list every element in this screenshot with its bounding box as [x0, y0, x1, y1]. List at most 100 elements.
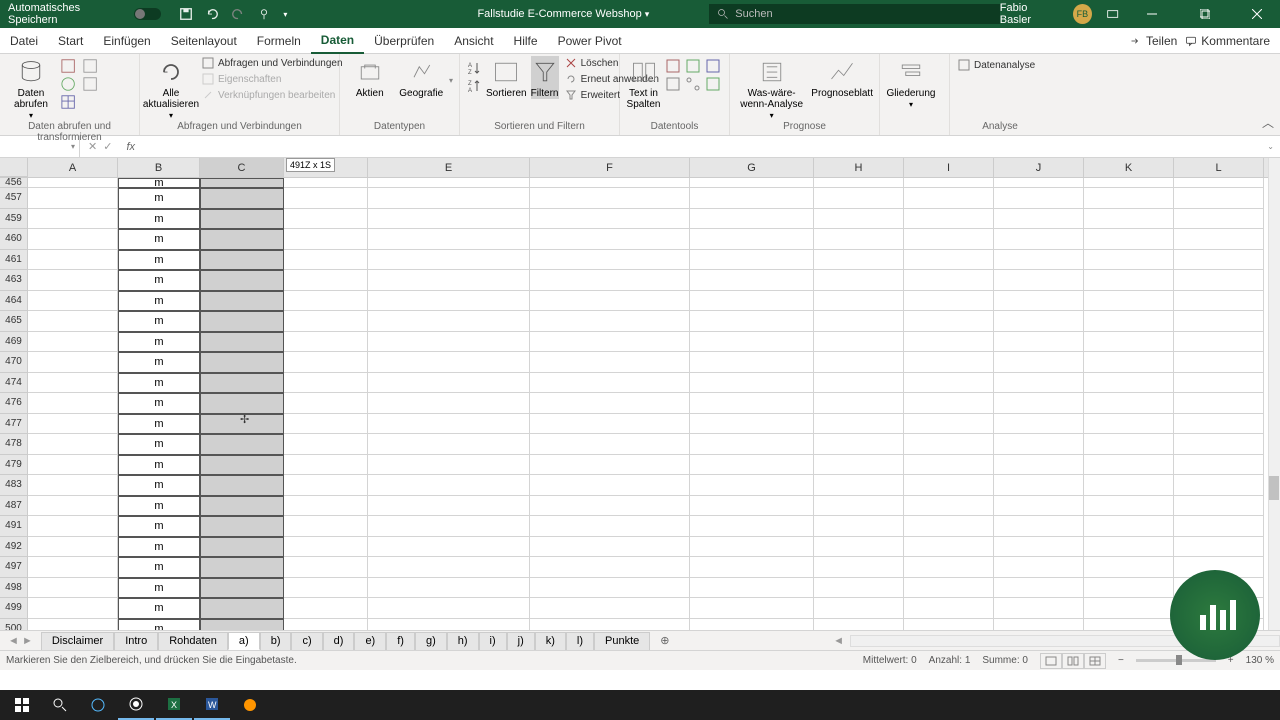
- cell[interactable]: [994, 537, 1084, 558]
- zoom-level[interactable]: 130 %: [1246, 655, 1274, 666]
- cell[interactable]: [530, 598, 690, 619]
- cell[interactable]: [530, 188, 690, 209]
- tab-einfügen[interactable]: Einfügen: [93, 28, 160, 54]
- cell[interactable]: [1174, 373, 1264, 394]
- cell[interactable]: [904, 537, 994, 558]
- cell[interactable]: [690, 496, 814, 517]
- cell[interactable]: [368, 332, 530, 353]
- cell[interactable]: [814, 373, 904, 394]
- cell[interactable]: [994, 434, 1084, 455]
- cell[interactable]: [28, 188, 118, 209]
- tab-ansicht[interactable]: Ansicht: [444, 28, 503, 54]
- cell[interactable]: [994, 557, 1084, 578]
- cell[interactable]: [200, 578, 284, 599]
- from-table-icon[interactable]: [60, 94, 78, 110]
- queries-button[interactable]: Abfragen und Verbindungen: [200, 56, 345, 70]
- minimize-button[interactable]: [1133, 0, 1171, 28]
- cell[interactable]: [904, 270, 994, 291]
- cell[interactable]: [284, 414, 368, 435]
- cell[interactable]: [904, 188, 994, 209]
- row-header[interactable]: 487: [0, 496, 28, 517]
- cell[interactable]: [1084, 619, 1174, 631]
- cell[interactable]: [904, 516, 994, 537]
- cell[interactable]: [994, 578, 1084, 599]
- cell[interactable]: [1174, 455, 1264, 476]
- column-header-C[interactable]: C: [200, 158, 284, 177]
- cell[interactable]: [1174, 332, 1264, 353]
- cell[interactable]: [814, 619, 904, 631]
- column-header-L[interactable]: L: [1174, 158, 1264, 177]
- cell[interactable]: [1084, 352, 1174, 373]
- excel-taskbar-icon[interactable]: X: [156, 690, 192, 720]
- column-header-J[interactable]: J: [994, 158, 1084, 177]
- tab-power pivot[interactable]: Power Pivot: [548, 28, 632, 54]
- cell[interactable]: [200, 455, 284, 476]
- cell[interactable]: [904, 434, 994, 455]
- row-header[interactable]: 456: [0, 178, 28, 188]
- cell[interactable]: [28, 270, 118, 291]
- cell[interactable]: [904, 250, 994, 271]
- stocks-button[interactable]: Aktien: [346, 56, 393, 99]
- cell[interactable]: [368, 270, 530, 291]
- cell[interactable]: [994, 619, 1084, 631]
- zoom-slider[interactable]: [1136, 659, 1216, 662]
- cell[interactable]: [1174, 229, 1264, 250]
- page-break-button[interactable]: [1084, 653, 1106, 669]
- cell[interactable]: [200, 475, 284, 496]
- cell[interactable]: [200, 229, 284, 250]
- cell[interactable]: [200, 250, 284, 271]
- cell[interactable]: [690, 598, 814, 619]
- sort-button[interactable]: Sortieren: [486, 56, 527, 99]
- cell[interactable]: [530, 332, 690, 353]
- cell[interactable]: [690, 178, 814, 188]
- cell[interactable]: [814, 352, 904, 373]
- cell[interactable]: m: [118, 332, 200, 353]
- cell[interactable]: [530, 270, 690, 291]
- whatif-button[interactable]: Was-wäre-wenn-Analyse▾: [736, 56, 807, 121]
- cell[interactable]: [904, 496, 994, 517]
- sort-az-icon[interactable]: AZ: [466, 60, 482, 76]
- cell[interactable]: m: [118, 178, 200, 188]
- cell[interactable]: [530, 373, 690, 394]
- from-text-icon[interactable]: [60, 58, 78, 74]
- data-model-icon[interactable]: [705, 76, 721, 92]
- qat-dropdown-icon[interactable]: ▾: [283, 10, 287, 19]
- cell[interactable]: [530, 434, 690, 455]
- cell[interactable]: [1174, 414, 1264, 435]
- sheet-nav[interactable]: ◄ ►: [0, 635, 41, 647]
- cell[interactable]: [994, 291, 1084, 312]
- cell[interactable]: [200, 178, 284, 188]
- cell[interactable]: [814, 537, 904, 558]
- cell[interactable]: [530, 619, 690, 631]
- cell[interactable]: [28, 373, 118, 394]
- row-header[interactable]: 459: [0, 209, 28, 230]
- cell[interactable]: [1174, 537, 1264, 558]
- column-header-F[interactable]: F: [530, 158, 690, 177]
- cell[interactable]: [690, 209, 814, 230]
- cell[interactable]: [690, 229, 814, 250]
- cell[interactable]: [904, 455, 994, 476]
- cell[interactable]: [28, 578, 118, 599]
- cell[interactable]: [368, 578, 530, 599]
- tab-start[interactable]: Start: [48, 28, 93, 54]
- cell[interactable]: [904, 352, 994, 373]
- cell[interactable]: [200, 373, 284, 394]
- cell[interactable]: [368, 229, 530, 250]
- cell[interactable]: [368, 475, 530, 496]
- cell[interactable]: [200, 557, 284, 578]
- start-button[interactable]: [4, 690, 40, 720]
- cell[interactable]: [284, 188, 368, 209]
- cell[interactable]: [904, 229, 994, 250]
- hscroll-left-icon[interactable]: ◄: [827, 635, 850, 647]
- cell[interactable]: [904, 393, 994, 414]
- cell[interactable]: [814, 516, 904, 537]
- cell[interactable]: [994, 229, 1084, 250]
- outline-button[interactable]: Gliederung▾: [886, 56, 936, 110]
- cell[interactable]: [814, 434, 904, 455]
- save-icon[interactable]: [179, 7, 193, 21]
- cell[interactable]: [904, 475, 994, 496]
- cell[interactable]: [200, 209, 284, 230]
- touch-icon[interactable]: [257, 7, 271, 21]
- cell[interactable]: [690, 393, 814, 414]
- cell[interactable]: [690, 250, 814, 271]
